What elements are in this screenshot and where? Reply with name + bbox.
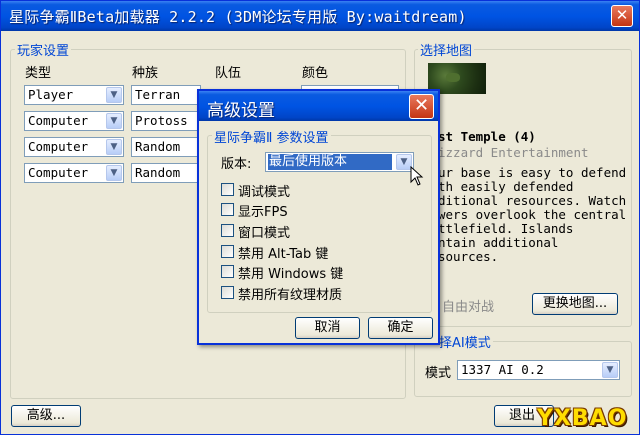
header-team: 队伍	[215, 66, 242, 81]
ai-mode-field-label: 模式	[425, 366, 452, 381]
window-title: 星际争霸ⅡBeta加载器 2.2.2 (3DM论坛专用版 By:waitdrea…	[9, 8, 467, 26]
checkbox-box[interactable]	[221, 183, 234, 196]
sc2-params-label: 星际争霸Ⅱ 参数设置	[212, 127, 331, 146]
chevron-down-icon: ▼	[106, 139, 122, 155]
checkbox-box[interactable]	[221, 245, 234, 258]
map-desc-line: ttlefield. Islands	[438, 221, 574, 236]
title-bar[interactable]: 星际争霸ⅡBeta加载器 2.2.2 (3DM论坛专用版 By:waitdrea…	[1, 1, 639, 31]
change-map-button[interactable]: 更换地图...	[532, 293, 618, 315]
map-desc-line: ditional resources. Watch	[438, 193, 627, 208]
checkbox-label: 调试模式	[238, 185, 291, 200]
close-window-button[interactable]: ✕	[611, 5, 633, 27]
player2-type-value: Computer	[28, 113, 89, 128]
player4-race-select[interactable]: Random	[131, 163, 201, 183]
ai-mode-label: 择AI模式	[437, 332, 493, 351]
header-race: 种族	[132, 66, 159, 81]
ai-mode-select[interactable]: 1337 AI 0.2 ▼	[457, 360, 620, 380]
checkbox-label: 禁用 Alt-Tab 键	[238, 247, 329, 262]
player1-race-select[interactable]: Terran	[131, 85, 201, 105]
checkbox-label: 窗口模式	[238, 226, 291, 241]
watermark-logo: YXBAO	[531, 405, 639, 435]
chevron-down-icon: ▼	[106, 165, 122, 181]
player-settings-label: 玩家设置	[15, 40, 72, 59]
player2-race-value: Protoss	[135, 113, 188, 128]
map-author: izzard Entertainment	[438, 145, 589, 160]
checkbox-label: 显示FPS	[238, 205, 288, 220]
advanced-button[interactable]: 高级...	[11, 405, 81, 427]
map-desc-line: ntain additional	[438, 235, 559, 250]
ai-mode-value: 1337 AI 0.2	[461, 362, 544, 377]
player4-type-value: Computer	[28, 165, 89, 180]
chevron-down-icon: ▼	[106, 87, 122, 103]
header-color: 颜色	[302, 66, 329, 81]
player4-race-value: Random	[135, 165, 181, 180]
player2-race-select[interactable]: Protoss	[131, 111, 201, 131]
map-group-label: 选择地图	[418, 40, 475, 59]
checkbox-box[interactable]	[221, 265, 234, 278]
map-desc-line: sources.	[438, 249, 499, 264]
dialog-close-button[interactable]: ✕	[409, 94, 434, 119]
watermark-text: YXBAO	[537, 406, 628, 431]
map-desc-line: th easily defended	[438, 179, 574, 194]
header-type: 类型	[25, 66, 52, 81]
version-select[interactable]: 最后使用版本 ▼	[265, 152, 414, 172]
dialog-title: 高级设置	[207, 101, 275, 121]
checkbox-label: 禁用所有纹理材质	[238, 288, 343, 303]
close-icon: ✕	[413, 95, 430, 116]
player3-race-select[interactable]: Random	[131, 137, 201, 157]
ok-button[interactable]: 确定	[368, 317, 433, 339]
version-label: 版本:	[221, 157, 252, 172]
checkbox-box[interactable]	[221, 203, 234, 216]
player1-race-value: Terran	[135, 87, 181, 102]
checkbox-box[interactable]	[221, 224, 234, 237]
checkbox-box[interactable]	[221, 286, 234, 299]
dialog-title-bar[interactable]: 高级设置 ✕	[199, 91, 438, 121]
close-icon: ✕	[615, 6, 629, 24]
player3-type-select[interactable]: Computer ▼	[24, 137, 124, 157]
player2-type-select[interactable]: Computer ▼	[24, 111, 124, 131]
chevron-down-icon: ▼	[602, 362, 618, 378]
map-desc-line: ur base is easy to defend	[438, 165, 627, 180]
advanced-settings-dialog: 高级设置 ✕ 星际争霸Ⅱ 参数设置 版本: 最后使用版本 ▼ 调试模式 显示FP…	[197, 89, 440, 345]
free-battle-label[interactable]: 自由对战	[442, 296, 494, 315]
player3-type-value: Computer	[28, 139, 89, 154]
player4-type-select[interactable]: Computer ▼	[24, 163, 124, 183]
player3-race-value: Random	[135, 139, 181, 154]
player1-type-select[interactable]: Player ▼	[24, 85, 124, 105]
map-name: st Temple (4)	[438, 129, 536, 144]
map-desc-line: wers overlook the central	[438, 207, 627, 222]
cancel-button[interactable]: 取消	[295, 317, 360, 339]
player1-type-value: Player	[28, 87, 74, 102]
mouse-pointer-icon	[410, 165, 424, 186]
checkbox-label: 禁用 Windows 键	[238, 267, 344, 282]
chevron-down-icon: ▼	[106, 113, 122, 129]
version-value: 最后使用版本	[268, 154, 392, 170]
